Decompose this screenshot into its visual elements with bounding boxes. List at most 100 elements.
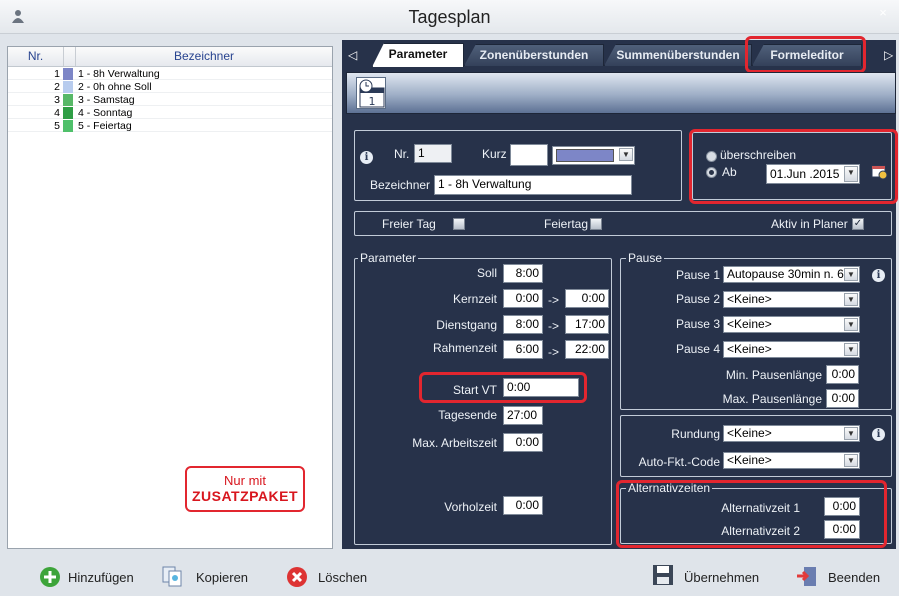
window-title: Tagesplan	[408, 7, 491, 27]
pause2-value: <Keine>	[727, 292, 772, 306]
pause2-select[interactable]: <Keine> ▼	[723, 291, 860, 308]
pause1-select[interactable]: Autopause 30min n. 6h ▼	[723, 266, 860, 283]
tab-summenueberstunden[interactable]: Summenüberstunden	[604, 44, 752, 66]
list-item-nr: 3	[54, 94, 60, 106]
dienstgang-label: Dienstgang	[436, 318, 497, 332]
save-label[interactable]: Übernehmen	[684, 570, 759, 585]
kurz-field[interactable]	[510, 144, 548, 166]
arrow-label: ->	[548, 319, 560, 333]
soll-label: Soll	[476, 266, 497, 280]
chevron-down-icon: ▼	[844, 268, 858, 281]
list-item-color	[63, 107, 73, 119]
aktiv-label: Aktiv in Planer	[771, 217, 848, 231]
max-pausenlaenge-label: Max. Pausenlänge	[722, 392, 822, 406]
max-arbeitszeit-field[interactable]: 0:00	[503, 433, 543, 452]
freier-tag-checkbox[interactable]	[453, 218, 465, 230]
close-button[interactable]: ×	[872, 4, 894, 22]
rahmenzeit-to-field[interactable]: 22:00	[565, 340, 609, 359]
close-icon: ×	[879, 5, 887, 20]
vorholzeit-label: Vorholzeit	[444, 500, 497, 514]
vorholzeit-field[interactable]: 0:00	[503, 496, 543, 515]
list-item-nr: 2	[54, 81, 60, 93]
list-item[interactable]: 4 4 - Sonntag	[8, 107, 332, 119]
pause4-select[interactable]: <Keine> ▼	[723, 341, 860, 358]
list-item-label: 3 - Samstag	[78, 94, 135, 106]
kernzeit-label: Kernzeit	[452, 292, 497, 306]
zusatzpaket-badge: Nur mit ZUSATZPAKET	[185, 466, 305, 512]
column-header-bezeichner[interactable]: Bezeichner	[76, 47, 332, 66]
parameter-legend: Parameter	[358, 251, 419, 265]
feiertag-checkbox[interactable]	[590, 218, 602, 230]
highlight-start-vt	[419, 372, 587, 403]
list-item-color	[63, 68, 73, 80]
tab-scroll-right-icon[interactable]: ▷	[884, 48, 893, 62]
column-header-color[interactable]	[64, 47, 76, 66]
arrow-label: ->	[548, 293, 560, 307]
auto-fkt-code-select[interactable]: <Keine> ▼	[723, 452, 860, 469]
list-item[interactable]: 2 2 - 0h ohne Soll	[8, 81, 332, 93]
delete-icon[interactable]	[285, 565, 309, 589]
soll-field[interactable]: 8:00	[503, 264, 543, 283]
min-pausenlaenge-label: Min. Pausenlänge	[725, 368, 822, 382]
nr-field[interactable]: 1	[414, 144, 452, 163]
pause3-select[interactable]: <Keine> ▼	[723, 316, 860, 333]
delete-label[interactable]: Löschen	[318, 570, 367, 585]
rahmenzeit-label: Rahmenzeit	[432, 341, 497, 355]
pause1-value: Autopause 30min n. 6h	[727, 267, 851, 281]
chevron-down-icon: ▼	[844, 318, 858, 331]
dienstgang-to-field[interactable]: 17:00	[565, 315, 609, 334]
tab-scroll-left-icon[interactable]: ◁	[348, 48, 357, 62]
min-pausenlaenge-field[interactable]: 0:00	[826, 365, 859, 384]
info-icon[interactable]: i	[360, 151, 373, 164]
rundung-value: <Keine>	[727, 426, 772, 440]
list-item[interactable]: 1 1 - 8h Verwaltung	[8, 68, 332, 80]
list-item[interactable]: 5 5 - Feiertag	[8, 120, 332, 132]
calendar-clock-icon: 1	[356, 77, 386, 109]
save-icon[interactable]	[651, 563, 675, 587]
list-item-nr: 5	[54, 120, 60, 132]
list-item[interactable]: 3 3 - Samstag	[8, 94, 332, 106]
dienstgang-from-field[interactable]: 8:00	[503, 315, 543, 334]
pause4-label: Pause 4	[675, 342, 720, 356]
max-pausenlaenge-field[interactable]: 0:00	[826, 389, 859, 408]
list-item-nr: 4	[54, 107, 60, 119]
pause3-value: <Keine>	[727, 317, 772, 331]
list-item-color	[63, 120, 73, 132]
list-item-label: 4 - Sonntag	[78, 107, 133, 119]
exit-door-icon[interactable]	[795, 564, 819, 588]
info-icon[interactable]: i	[872, 428, 885, 441]
tab-zonenueberstunden[interactable]: Zonenüberstunden	[464, 44, 604, 66]
list-item-color	[63, 94, 73, 106]
bezeichner-field[interactable]: 1 - 8h Verwaltung	[434, 175, 632, 195]
nr-label: Nr.	[394, 147, 410, 161]
auto-fkt-code-value: <Keine>	[727, 453, 772, 467]
chevron-down-icon: ▼	[844, 427, 858, 440]
pause2-label: Pause 2	[675, 292, 720, 306]
list-header: Nr. Bezeichner	[8, 47, 332, 67]
kernzeit-from-field[interactable]: 0:00	[503, 289, 543, 308]
freier-tag-label: Freier Tag	[382, 217, 436, 231]
info-icon[interactable]: i	[872, 269, 885, 282]
tab-parameter[interactable]: Parameter	[372, 43, 464, 67]
tagesende-field[interactable]: 27:00	[503, 406, 543, 425]
rahmenzeit-from-field[interactable]: 6:00	[503, 340, 543, 359]
copy-icon[interactable]	[160, 564, 184, 588]
color-picker[interactable]: ▼	[552, 146, 635, 165]
aktiv-checkbox[interactable]: ✓	[852, 218, 864, 230]
list-item-label: 2 - 0h ohne Soll	[78, 81, 152, 93]
exit-label[interactable]: Beenden	[828, 570, 880, 585]
tagesende-label: Tagesende	[438, 408, 497, 422]
chevron-down-icon: ▼	[844, 293, 858, 306]
rundung-label: Rundung	[671, 427, 720, 441]
auto-fkt-code-label: Auto-Fkt.-Code	[638, 455, 720, 469]
add-icon[interactable]	[38, 565, 62, 589]
max-arbeitszeit-label: Max. Arbeitszeit	[412, 436, 497, 450]
add-label[interactable]: Hinzufügen	[68, 570, 134, 585]
kernzeit-to-field[interactable]: 0:00	[565, 289, 609, 308]
list-item-color	[63, 81, 73, 93]
copy-label[interactable]: Kopieren	[196, 570, 248, 585]
highlight-alternativzeiten	[616, 480, 887, 548]
feiertag-label: Feiertag	[544, 217, 589, 231]
column-header-nr[interactable]: Nr.	[8, 47, 64, 66]
rundung-select[interactable]: <Keine> ▼	[723, 425, 860, 442]
